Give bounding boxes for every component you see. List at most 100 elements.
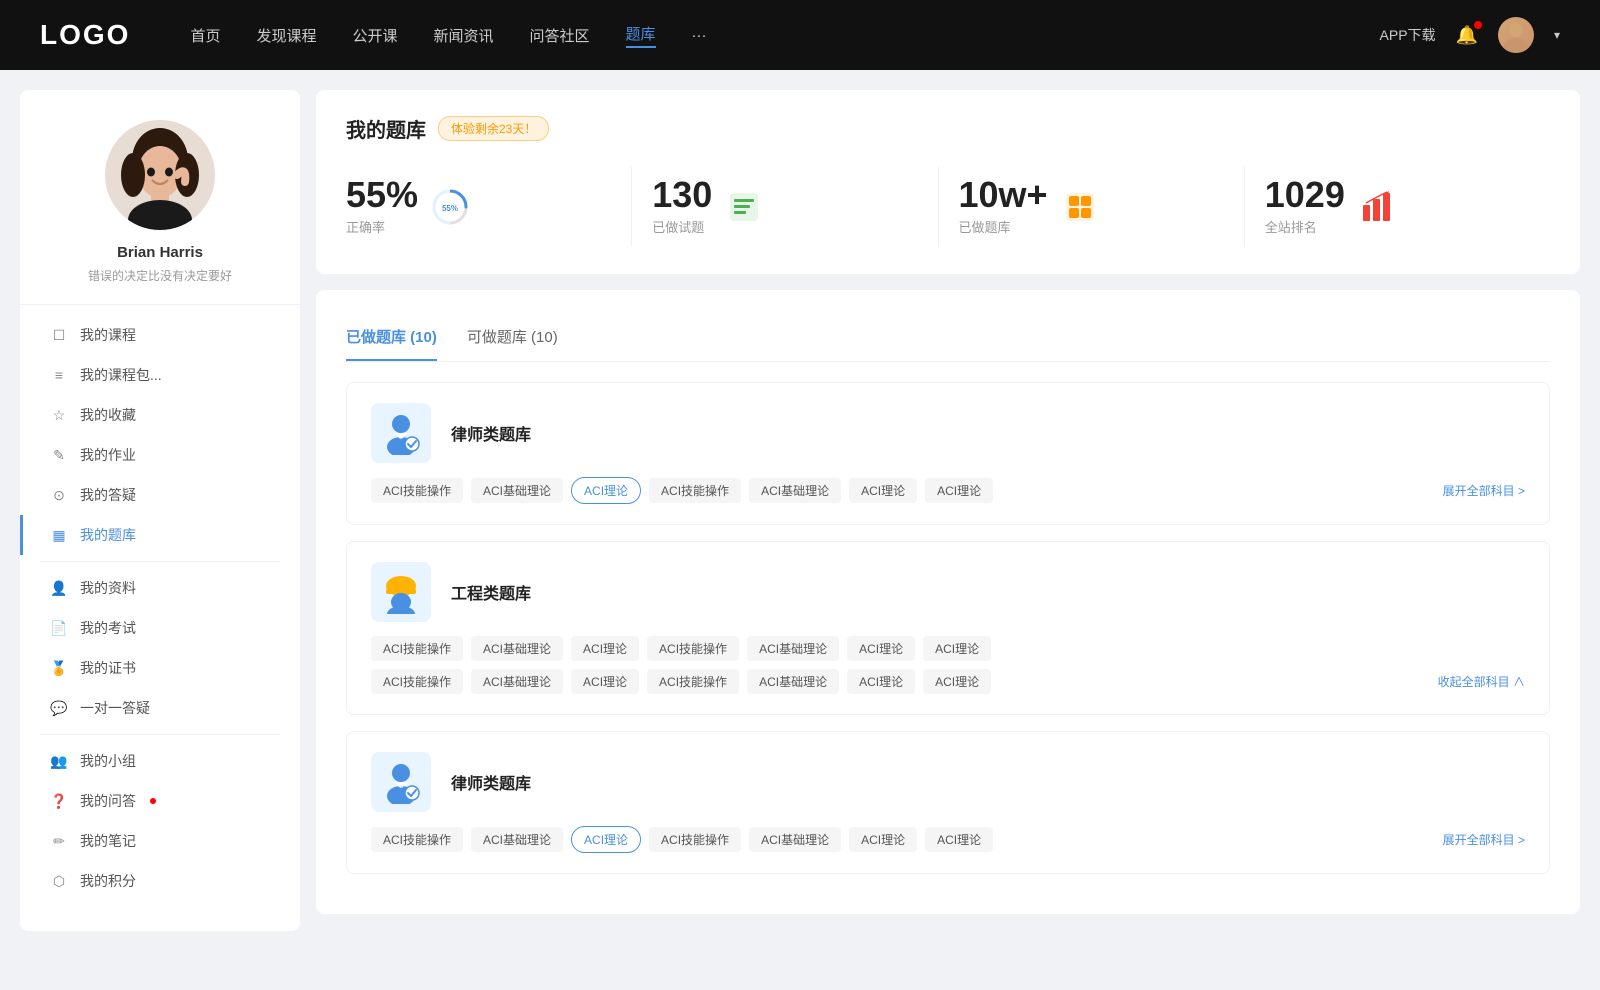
user-menu-chevron[interactable]: ▾ bbox=[1554, 28, 1560, 42]
tags-row-lawyer-2: ACI技能操作 ACI基础理论 ACI理论 ACI技能操作 ACI基础理论 AC… bbox=[371, 826, 1525, 853]
qa-icon: ⊙ bbox=[50, 487, 68, 504]
collapse-link[interactable]: 收起全部科目 ∧ bbox=[1438, 673, 1525, 690]
ranking-value: 1029 bbox=[1265, 177, 1345, 213]
ranking-icon bbox=[1359, 189, 1395, 225]
done-questions-label: 已做试题 bbox=[652, 217, 712, 236]
header-card: 我的题库 体验剩余23天！ 55% 正确率 bbox=[316, 90, 1580, 274]
nav-news[interactable]: 新闻资讯 bbox=[434, 25, 494, 46]
tag[interactable]: ACI基础理论 bbox=[747, 669, 839, 694]
tab-done[interactable]: 已做题库 (10) bbox=[346, 314, 437, 361]
tag[interactable]: ACI技能操作 bbox=[649, 827, 741, 852]
expand-link-3[interactable]: 展开全部科目 > bbox=[1443, 831, 1525, 848]
tag[interactable]: ACI理论 bbox=[847, 669, 915, 694]
menu-label-exam: 我的考试 bbox=[80, 618, 136, 638]
tag[interactable]: ACI技能操作 bbox=[647, 636, 739, 661]
course-icon: ☐ bbox=[50, 327, 68, 344]
menu-item-course[interactable]: ☐ 我的课程 bbox=[20, 315, 300, 355]
menu-item-course-package[interactable]: ≡ 我的课程包... bbox=[20, 355, 300, 395]
ranking-label: 全站排名 bbox=[1265, 217, 1345, 236]
navbar: LOGO 首页 发现课程 公开课 新闻资讯 问答社区 题库 ··· APP下载 … bbox=[0, 0, 1600, 70]
menu-label-one-on-one: 一对一答疑 bbox=[80, 698, 150, 718]
menu-label-course: 我的课程 bbox=[80, 325, 136, 345]
menu-label-favorites: 我的收藏 bbox=[80, 405, 136, 425]
tag[interactable]: ACI理论 bbox=[923, 636, 991, 661]
nav-open-course[interactable]: 公开课 bbox=[352, 25, 397, 46]
tag[interactable]: ACI理论 bbox=[571, 669, 639, 694]
done-banks-icon bbox=[1062, 189, 1098, 225]
user-avatar-nav[interactable] bbox=[1498, 17, 1534, 53]
expand-link-1[interactable]: 展开全部科目 > bbox=[1443, 482, 1525, 499]
nav-more[interactable]: ··· bbox=[692, 27, 707, 44]
tabs-row: 已做题库 (10) 可做题库 (10) bbox=[346, 314, 1550, 362]
question-bank-icon: ▦ bbox=[50, 527, 68, 544]
tags-line-1-engineer: ACI技能操作 ACI基础理论 ACI理论 ACI技能操作 ACI基础理论 AC… bbox=[371, 636, 1525, 661]
one-on-one-icon: 💬 bbox=[50, 700, 68, 717]
stats-row: 55% 正确率 55% bbox=[346, 167, 1550, 246]
tag[interactable]: ACI基础理论 bbox=[471, 636, 563, 661]
tag[interactable]: ACI技能操作 bbox=[371, 636, 463, 661]
menu-item-question-bank[interactable]: ▦ 我的题库 bbox=[20, 515, 300, 555]
app-download-link[interactable]: APP下载 bbox=[1380, 25, 1436, 45]
nav-courses[interactable]: 发现课程 bbox=[256, 25, 316, 46]
menu-label-notes: 我的笔记 bbox=[80, 831, 136, 851]
tag[interactable]: ACI基础理论 bbox=[471, 669, 563, 694]
stat-accuracy: 55% 正确率 55% bbox=[346, 167, 632, 246]
done-banks-value: 10w+ bbox=[959, 177, 1048, 213]
tag[interactable]: ACI理论 bbox=[923, 669, 991, 694]
tag[interactable]: ACI基础理论 bbox=[749, 827, 841, 852]
tag[interactable]: ACI技能操作 bbox=[371, 669, 463, 694]
menu-item-my-qa[interactable]: ❓ 我的问答 bbox=[20, 781, 300, 821]
menu-item-points[interactable]: ⬡ 我的积分 bbox=[20, 861, 300, 901]
menu-item-homework[interactable]: ✎ 我的作业 bbox=[20, 435, 300, 475]
menu-label-group: 我的小组 bbox=[80, 751, 136, 771]
user-motto: 错误的决定比没有决定要好 bbox=[88, 267, 232, 284]
sidebar-menu: ☐ 我的课程 ≡ 我的课程包... ☆ 我的收藏 ✎ 我的作业 ⊙ 我的答疑 ▦… bbox=[20, 305, 300, 911]
group-icon: 👥 bbox=[50, 753, 68, 770]
tag[interactable]: ACI基础理论 bbox=[471, 478, 563, 503]
tag[interactable]: ACI基础理论 bbox=[749, 478, 841, 503]
tag[interactable]: ACI基础理论 bbox=[471, 827, 563, 852]
menu-item-profile[interactable]: 👤 我的资料 bbox=[20, 568, 300, 608]
course-package-icon: ≡ bbox=[50, 367, 68, 383]
tag[interactable]: ACI技能操作 bbox=[647, 669, 739, 694]
bank-icon-engineer bbox=[371, 562, 431, 622]
menu-item-favorites[interactable]: ☆ 我的收藏 bbox=[20, 395, 300, 435]
tag[interactable]: ACI技能操作 bbox=[649, 478, 741, 503]
menu-item-notes[interactable]: ✏ 我的笔记 bbox=[20, 821, 300, 861]
banks-card: 已做题库 (10) 可做题库 (10) bbox=[316, 290, 1580, 914]
nav-question-bank[interactable]: 题库 bbox=[626, 23, 656, 48]
accuracy-label: 正确率 bbox=[346, 217, 418, 236]
menu-divider-2 bbox=[40, 734, 280, 735]
menu-item-exam[interactable]: 📄 我的考试 bbox=[20, 608, 300, 648]
qa-dot bbox=[150, 798, 156, 804]
tag-active[interactable]: ACI理论 bbox=[571, 826, 641, 853]
tag[interactable]: ACI理论 bbox=[571, 636, 639, 661]
nav-qa[interactable]: 问答社区 bbox=[530, 25, 590, 46]
profile-icon: 👤 bbox=[50, 580, 68, 597]
stat-done-banks-value-group: 10w+ 已做题库 bbox=[959, 177, 1048, 236]
tag[interactable]: ACI理论 bbox=[925, 478, 993, 503]
menu-label-points: 我的积分 bbox=[80, 871, 136, 891]
notification-bell[interactable]: 🔔 bbox=[1456, 25, 1478, 46]
menu-item-one-on-one[interactable]: 💬 一对一答疑 bbox=[20, 688, 300, 728]
tag-active[interactable]: ACI理论 bbox=[571, 477, 641, 504]
bank-header-2: 工程类题库 bbox=[371, 562, 1525, 622]
menu-item-certificate[interactable]: 🏅 我的证书 bbox=[20, 648, 300, 688]
nav-home[interactable]: 首页 bbox=[190, 25, 220, 46]
tag[interactable]: ACI理论 bbox=[847, 636, 915, 661]
tab-available[interactable]: 可做题库 (10) bbox=[467, 314, 558, 361]
bank-header-1: 律师类题库 bbox=[371, 403, 1525, 463]
tag[interactable]: ACI技能操作 bbox=[371, 827, 463, 852]
menu-item-group[interactable]: 👥 我的小组 bbox=[20, 741, 300, 781]
done-questions-value: 130 bbox=[652, 177, 712, 213]
certificate-icon: 🏅 bbox=[50, 660, 68, 677]
tag[interactable]: ACI理论 bbox=[849, 478, 917, 503]
tag[interactable]: ACI理论 bbox=[925, 827, 993, 852]
menu-label-course-package: 我的课程包... bbox=[80, 365, 162, 385]
tag[interactable]: ACI技能操作 bbox=[371, 478, 463, 503]
avatar-image bbox=[105, 120, 215, 230]
main-content: 我的题库 体验剩余23天！ 55% 正确率 bbox=[316, 90, 1580, 970]
menu-item-qa[interactable]: ⊙ 我的答疑 bbox=[20, 475, 300, 515]
tag[interactable]: ACI基础理论 bbox=[747, 636, 839, 661]
tag[interactable]: ACI理论 bbox=[849, 827, 917, 852]
